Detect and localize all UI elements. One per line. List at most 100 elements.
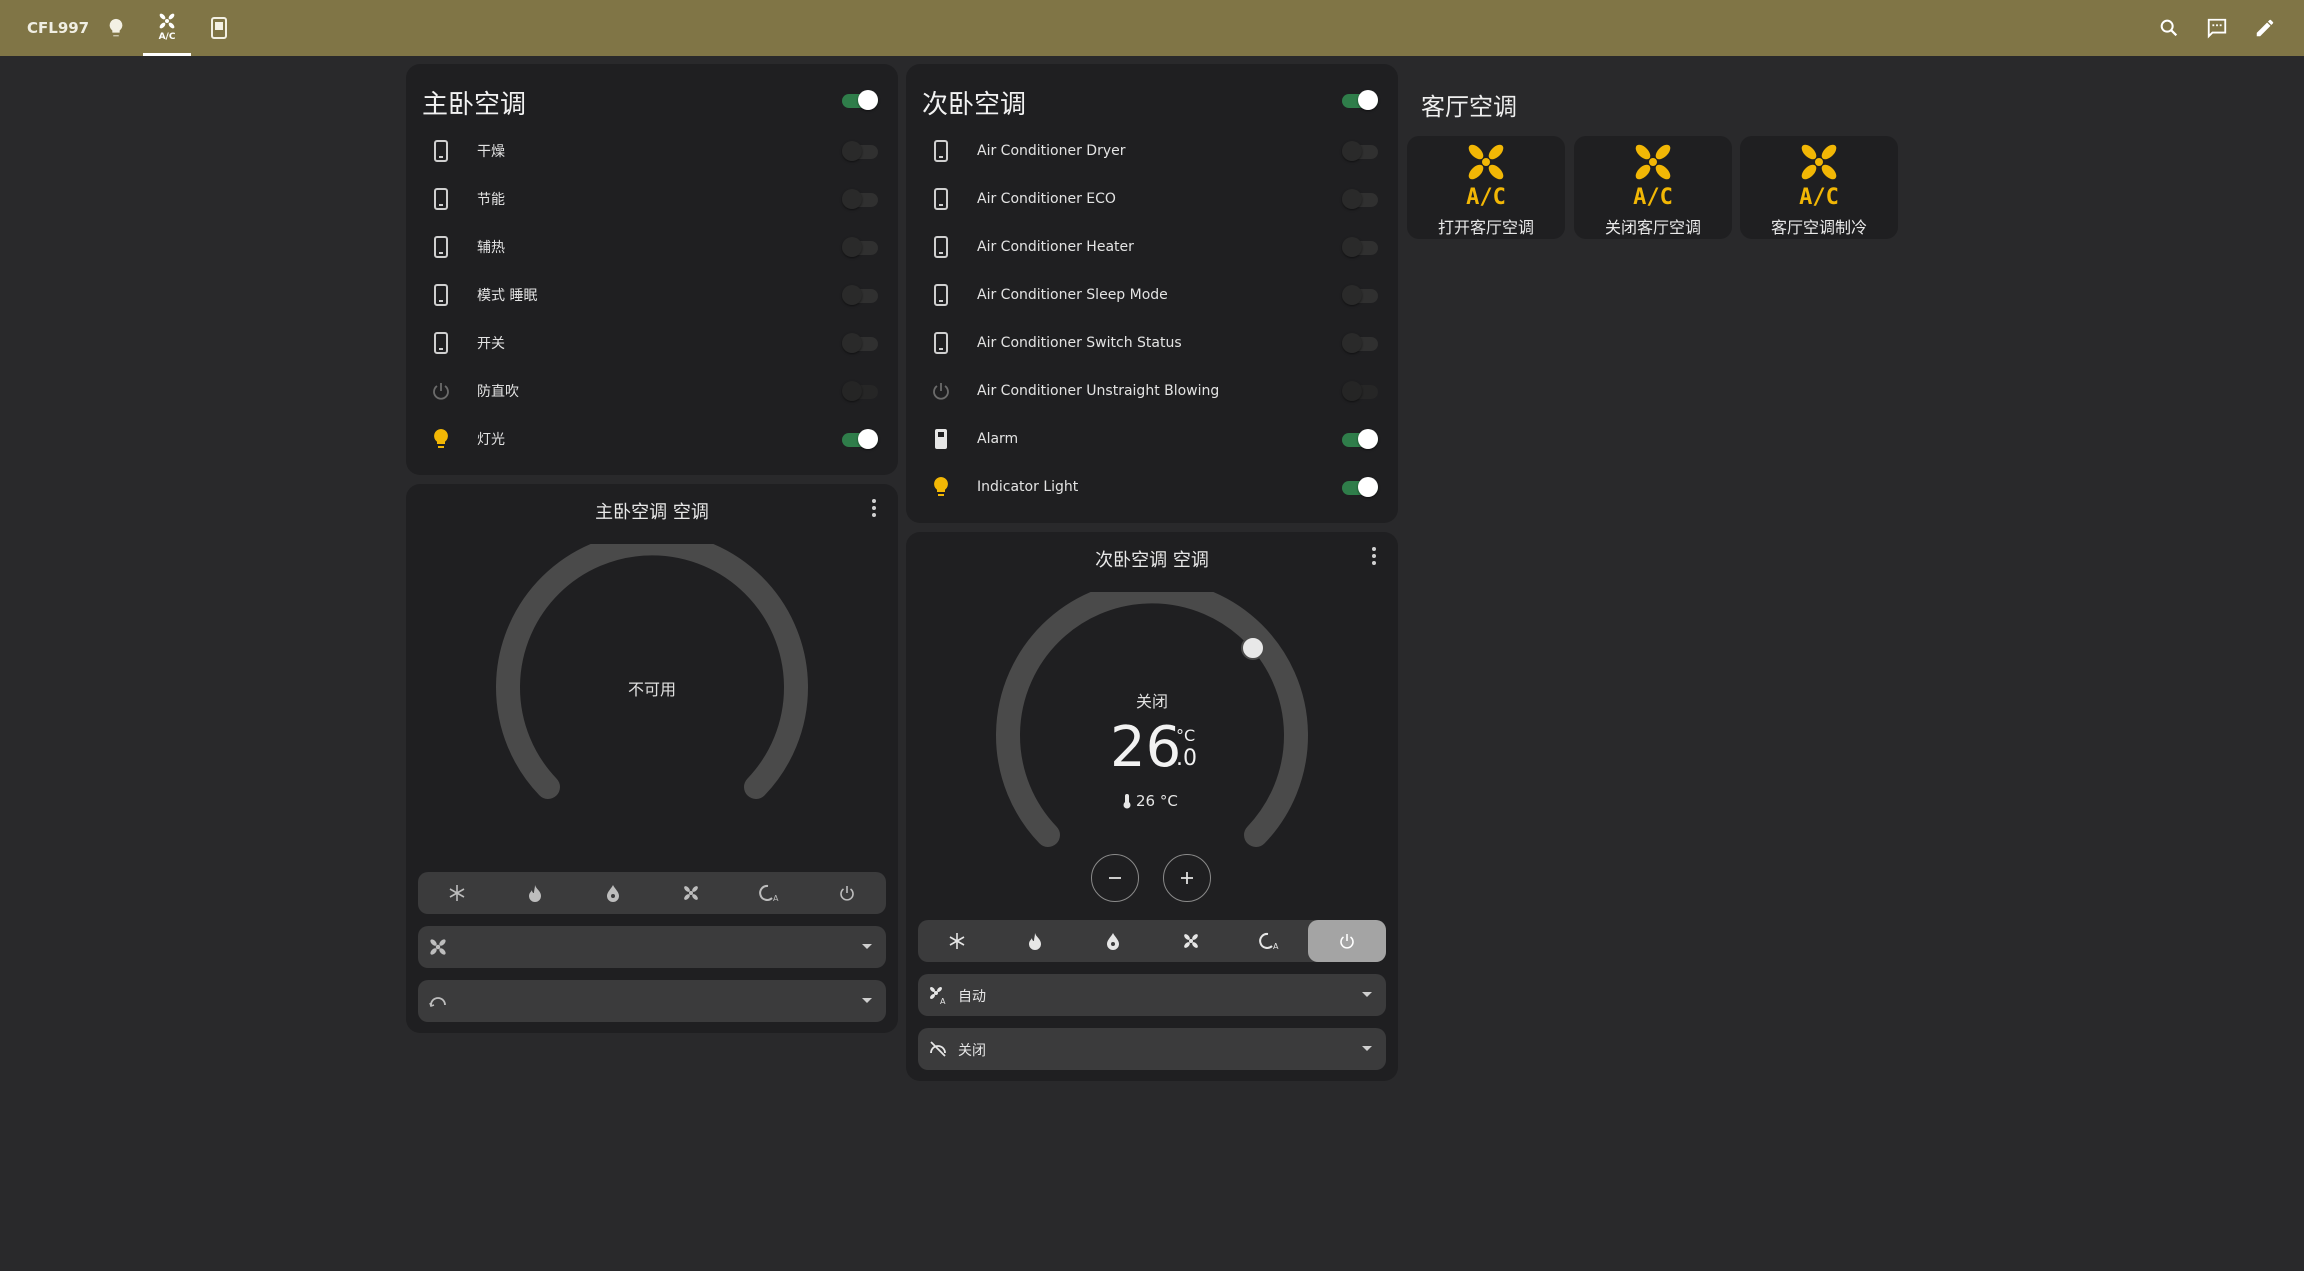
mode-heat[interactable] bbox=[496, 872, 574, 914]
decrease-temperature-button[interactable] bbox=[1091, 854, 1139, 902]
entity-label: 辅热 bbox=[477, 240, 505, 256]
search-button[interactable] bbox=[2152, 11, 2186, 45]
scene-label: 关闭客厅空调 bbox=[1604, 218, 1701, 237]
entity-label: Air Conditioner Sleep Mode bbox=[977, 287, 1168, 303]
mode-fan[interactable] bbox=[1152, 920, 1230, 962]
scene-tile-turn-on[interactable]: A/C 打开客厅空调 bbox=[1407, 136, 1565, 239]
entity-row: 干燥 bbox=[406, 127, 898, 175]
entity-toggle[interactable] bbox=[1342, 429, 1378, 449]
edit-dashboard-button[interactable] bbox=[2248, 11, 2282, 45]
phone-icon bbox=[428, 234, 454, 260]
entity-toggle[interactable] bbox=[842, 333, 878, 353]
more-options-button[interactable] bbox=[862, 496, 886, 520]
scene-label: 客厅空调制冷 bbox=[1770, 218, 1867, 237]
mode-fan[interactable] bbox=[652, 872, 730, 914]
entity-toggle[interactable] bbox=[1342, 477, 1378, 497]
view-tab-lights[interactable] bbox=[92, 0, 140, 56]
phone-icon bbox=[928, 282, 954, 308]
entity-label: 防直吹 bbox=[477, 384, 519, 400]
target-temperature: 26 °C .0 bbox=[1110, 716, 1230, 780]
view-tab-ac[interactable]: A/C bbox=[143, 0, 191, 56]
entity-label: Air Conditioner Switch Status bbox=[977, 335, 1182, 351]
mode-cool[interactable] bbox=[418, 872, 496, 914]
view-tab-devices[interactable] bbox=[195, 0, 243, 56]
more-vert-icon bbox=[872, 499, 876, 517]
entity-row: 节能 bbox=[406, 175, 898, 223]
more-options-button[interactable] bbox=[1362, 544, 1386, 568]
power-icon bbox=[1340, 934, 1354, 949]
master-bedroom-all-toggle[interactable] bbox=[842, 90, 878, 110]
living-room-heading: 客厅空调 bbox=[1421, 93, 1517, 121]
hvac-mode-bar: A bbox=[918, 920, 1386, 962]
mode-cool[interactable] bbox=[918, 920, 996, 962]
water-drop-icon bbox=[1107, 933, 1119, 950]
phone-icon bbox=[428, 282, 454, 308]
phone-icon bbox=[428, 138, 454, 164]
entity-toggle[interactable] bbox=[1342, 237, 1378, 257]
entity-row: Indicator Light bbox=[906, 463, 1398, 511]
current-temperature-value: 26 °C bbox=[1136, 792, 1178, 810]
mode-auto[interactable]: A bbox=[1230, 920, 1308, 962]
assist-chat-icon bbox=[2207, 18, 2227, 39]
entity-row: 辅热 bbox=[406, 223, 898, 271]
entity-toggle[interactable] bbox=[1342, 141, 1378, 161]
entity-label: 灯光 bbox=[477, 432, 505, 448]
entity-toggle[interactable] bbox=[842, 237, 878, 257]
entity-toggle[interactable] bbox=[842, 141, 878, 161]
fan-icon bbox=[1184, 934, 1198, 948]
scene-tile-turn-off[interactable]: A/C 关闭客厅空调 bbox=[1574, 136, 1732, 239]
entity-row: Air Conditioner Heater bbox=[906, 223, 1398, 271]
entity-label: Air Conditioner Heater bbox=[977, 239, 1134, 255]
current-temperature: 26 °C bbox=[1122, 792, 1178, 810]
target-temperature-integer: 26 bbox=[1110, 715, 1182, 780]
entity-toggle bbox=[842, 381, 878, 401]
fan-auto-icon: A bbox=[930, 987, 946, 1005]
mode-heat[interactable] bbox=[996, 920, 1074, 962]
fan-mode-select[interactable] bbox=[418, 926, 886, 968]
mode-auto[interactable]: A bbox=[730, 872, 808, 914]
search-icon bbox=[2160, 19, 2178, 37]
target-temperature-handle[interactable] bbox=[1241, 636, 1265, 660]
second-bedroom-entities-card: 次卧空调 Air Conditioner Dryer Air Condition… bbox=[906, 64, 1398, 523]
phone-icon bbox=[928, 138, 954, 164]
entity-toggle[interactable] bbox=[1342, 333, 1378, 353]
fan-icon bbox=[684, 886, 698, 900]
entity-toggle[interactable] bbox=[842, 189, 878, 209]
entity-toggle bbox=[1342, 381, 1378, 401]
fan-mode-value: 自动 bbox=[958, 989, 986, 1005]
minus-icon bbox=[1109, 877, 1121, 879]
scene-label: 打开客厅空调 bbox=[1437, 218, 1534, 237]
thermometer-icon bbox=[1123, 794, 1131, 809]
swing-mode-select[interactable] bbox=[418, 980, 886, 1022]
increase-temperature-button[interactable] bbox=[1163, 854, 1211, 902]
second-bedroom-all-toggle[interactable] bbox=[1342, 90, 1378, 110]
phone-icon bbox=[928, 234, 954, 260]
master-bedroom-entities-card: 主卧空调 干燥 节能 辅热 模式 睡眠 开关 防直吹 灯光 bbox=[406, 64, 898, 475]
assist-button[interactable] bbox=[2200, 11, 2234, 45]
second-bedroom-thermostat-card: 次卧空调 空调 关闭 26 °C .0 26 °C A A 自动 关闭 bbox=[906, 532, 1398, 1081]
mode-dry[interactable] bbox=[1074, 920, 1152, 962]
svg-text:A/C: A/C bbox=[1466, 185, 1506, 208]
target-temperature-decimal: .0 bbox=[1176, 746, 1197, 771]
entity-toggle[interactable] bbox=[1342, 285, 1378, 305]
fan-mode-select[interactable]: A 自动 bbox=[918, 974, 1386, 1016]
thermostat-status: 不可用 bbox=[627, 680, 676, 699]
entity-toggle[interactable] bbox=[1342, 189, 1378, 209]
swing-mode-select[interactable]: 关闭 bbox=[918, 1028, 1386, 1070]
scene-tile-cool[interactable]: A/C 客厅空调制冷 bbox=[1740, 136, 1898, 239]
ac-fan-icon: A/C bbox=[1633, 144, 1673, 208]
mode-dry[interactable] bbox=[574, 872, 652, 914]
svg-text:A: A bbox=[940, 997, 946, 1005]
card-title: 主卧空调 bbox=[422, 90, 527, 120]
remote-icon bbox=[928, 426, 954, 452]
swing-icon bbox=[429, 997, 446, 1008]
phone-icon bbox=[428, 186, 454, 212]
mode-off[interactable] bbox=[808, 872, 886, 914]
entity-toggle[interactable] bbox=[842, 429, 878, 449]
entity-toggle[interactable] bbox=[842, 285, 878, 305]
entity-row: 模式 睡眠 bbox=[406, 271, 898, 319]
entity-row: Air Conditioner Dryer bbox=[906, 127, 1398, 175]
mode-off[interactable] bbox=[1308, 920, 1386, 962]
entity-row: Air Conditioner Sleep Mode bbox=[906, 271, 1398, 319]
power-icon bbox=[428, 378, 454, 404]
